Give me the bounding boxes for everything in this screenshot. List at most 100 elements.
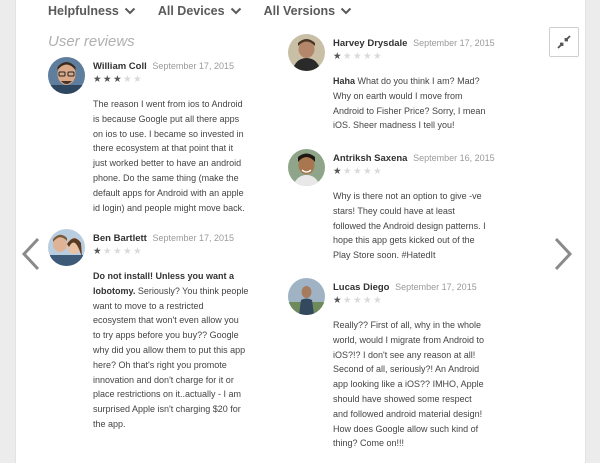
review-title: Haha xyxy=(333,76,356,86)
star-empty-icon: ★ xyxy=(353,166,364,177)
review-line: why did you allow them to put this app xyxy=(93,344,246,355)
chevron-right-icon[interactable] xyxy=(552,236,574,272)
review-header: William Coll September 17, 2015 xyxy=(93,61,234,72)
chevron-left-icon[interactable] xyxy=(20,236,42,272)
star-rating: ★★★★★ xyxy=(333,166,383,177)
review-line: The reason I went from ios to Android xyxy=(93,99,243,109)
star-empty-icon: ★ xyxy=(343,51,354,62)
avatar xyxy=(48,57,85,94)
review-line: on ios to use. I became so invested in xyxy=(93,128,244,139)
avatar xyxy=(288,149,325,186)
review-text: Do not install! Unless you want a lobotom… xyxy=(93,269,263,432)
star-filled-icon: ★ xyxy=(333,166,344,177)
review-text: Why is there not an option to give -ve st… xyxy=(333,189,508,263)
review-header: Lucas Diego September 17, 2015 xyxy=(333,282,477,293)
review-line: Really?? First of all, why in the whole xyxy=(333,320,482,330)
section-title: User reviews xyxy=(48,33,135,50)
review-text: Really?? First of all, why in the whole w… xyxy=(333,318,508,451)
review-line: want to move to a restricted xyxy=(93,300,204,311)
filter-helpfulness[interactable]: Helpfulness xyxy=(48,4,136,18)
review-author: William Coll xyxy=(93,61,147,72)
review-author: Antriksh Saxena xyxy=(333,153,408,164)
star-empty-icon: ★ xyxy=(103,246,114,257)
review-line: there ecosystem at that point that it xyxy=(93,143,234,154)
star-rating: ★★★★★ xyxy=(93,246,143,257)
review-line: stars! They could have at least xyxy=(333,205,455,216)
review-title: Do not install! Unless you want a xyxy=(93,271,235,281)
review-header: Ben Bartlett September 17, 2015 xyxy=(93,233,234,244)
review-card: William Coll September 17, 2015 ★★★★★ Th… xyxy=(48,57,263,213)
review-line: surprised Apple isn't charging $20 for xyxy=(93,404,241,415)
review-line: is because Google put all there apps xyxy=(93,113,240,124)
review-card: Harvey Drysdale September 17, 2015 ★★★★★… xyxy=(288,34,503,134)
review-text: Haha What do you think I am? Mad? Why on … xyxy=(333,74,508,133)
star-empty-icon: ★ xyxy=(363,166,374,177)
star-filled-icon: ★ xyxy=(113,74,124,85)
review-line: iOS?!? I don't see any reason at all! xyxy=(333,349,476,360)
review-line: id login) and people might move back. xyxy=(93,202,245,213)
review-line: to try apps before you buy?? Google xyxy=(93,330,239,341)
avatar xyxy=(288,278,325,315)
avatar xyxy=(288,34,325,71)
review-line: Android to Fisher Price? Sorry, I mean xyxy=(333,105,486,116)
star-rating: ★★★★★ xyxy=(333,295,383,306)
review-date: September 17, 2015 xyxy=(152,61,234,71)
review-line: How does Google allow such kind of xyxy=(333,423,479,434)
star-filled-icon: ★ xyxy=(333,295,344,306)
review-date: September 17, 2015 xyxy=(413,38,495,48)
review-line: iOS. Sheer madness I tell you! xyxy=(333,120,455,131)
star-empty-icon: ★ xyxy=(373,166,384,177)
star-empty-icon: ★ xyxy=(363,51,374,62)
review-line: innovation and don't charge for it or xyxy=(93,374,234,385)
star-empty-icon: ★ xyxy=(353,51,364,62)
review-line: should have showed some respect xyxy=(333,393,472,404)
chevron-down-icon xyxy=(230,7,241,15)
star-filled-icon: ★ xyxy=(333,51,344,62)
star-filled-icon: ★ xyxy=(93,246,104,257)
filter-versions[interactable]: All Versions xyxy=(264,4,353,18)
filter-label: All Versions xyxy=(263,4,336,18)
review-line: Haha What do you think I am? Mad? xyxy=(333,76,480,86)
collapse-icon xyxy=(557,35,571,49)
review-card: Ben Bartlett September 17, 2015 ★★★★★ Do… xyxy=(48,229,263,429)
chevron-down-icon xyxy=(124,7,136,15)
star-empty-icon: ★ xyxy=(343,166,354,177)
star-empty-icon: ★ xyxy=(133,246,144,257)
review-author: Ben Bartlett xyxy=(93,233,147,244)
review-date: September 16, 2015 xyxy=(413,153,495,163)
review-line: Do not install! Unless you want a xyxy=(93,269,263,284)
chevron-down-icon xyxy=(340,7,352,15)
filter-bar: Helpfulness All Devices All Versions xyxy=(48,4,352,18)
review-date: September 17, 2015 xyxy=(395,282,477,292)
review-line: here? Oh that's right you promote xyxy=(93,359,227,370)
review-line: followed the Android design patterns. I xyxy=(333,220,486,231)
review-line: Why on earth would I move from xyxy=(333,90,463,101)
review-date: September 17, 2015 xyxy=(152,233,235,243)
review-line: and followed android material design! xyxy=(333,408,483,419)
review-author: Lucas Diego xyxy=(333,282,390,293)
review-line: hope this app gets kicked out of the xyxy=(333,235,475,246)
review-line: the app. xyxy=(93,418,126,429)
star-empty-icon: ★ xyxy=(373,51,384,62)
review-line: ecosystem that won't even allow you xyxy=(93,315,239,326)
star-rating: ★★★★★ xyxy=(93,74,143,85)
star-rating: ★★★★★ xyxy=(333,51,383,62)
filter-label: All Devices xyxy=(157,4,225,18)
collapse-button[interactable] xyxy=(549,27,579,57)
star-filled-icon: ★ xyxy=(103,74,114,85)
review-line: place restrictions on it..actually - I a… xyxy=(93,389,242,400)
review-author: Harvey Drysdale xyxy=(333,38,408,49)
review-title: lobotomy. xyxy=(93,285,136,296)
review-line: just worked better to have an android xyxy=(93,158,242,169)
star-filled-icon: ★ xyxy=(93,74,104,85)
review-line: world, would I migrate from Android to xyxy=(333,334,485,345)
avatar xyxy=(48,229,85,266)
filter-label: Helpfulness xyxy=(48,4,119,18)
star-empty-icon: ★ xyxy=(363,295,374,306)
review-line: Why is there not an option to give -ve xyxy=(333,191,482,201)
review-header: Harvey Drysdale September 17, 2015 xyxy=(333,38,495,49)
review-text: The reason I went from ios to Android is … xyxy=(93,97,263,215)
star-empty-icon: ★ xyxy=(123,246,134,257)
star-empty-icon: ★ xyxy=(373,295,384,306)
filter-devices[interactable]: All Devices xyxy=(158,4,242,18)
